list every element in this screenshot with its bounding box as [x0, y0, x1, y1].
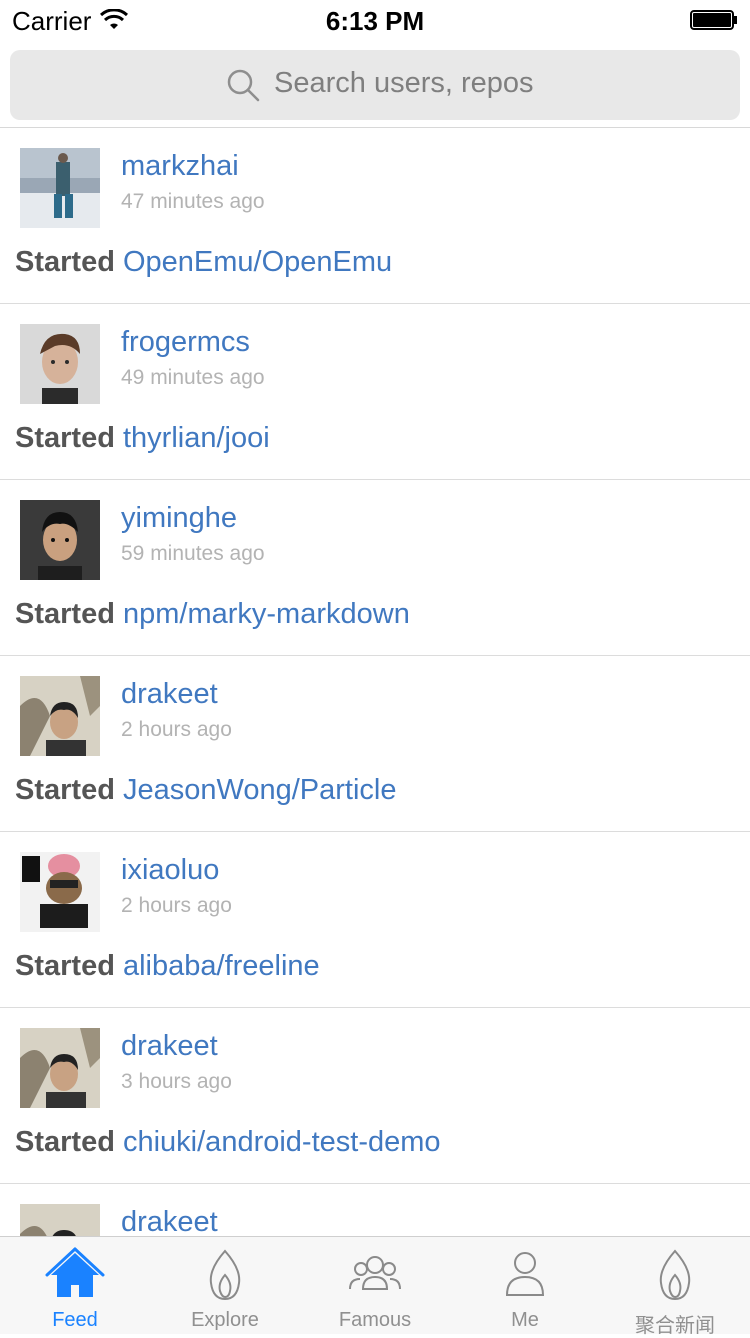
repo-link[interactable]: thyrlian/jooi	[123, 422, 270, 454]
flame-icon	[209, 1249, 241, 1301]
repo-link[interactable]: JeasonWong/Particle	[123, 774, 397, 806]
status-time: 6:13 PM	[325, 6, 425, 36]
activity-line: Started npm/marky-markdown	[15, 598, 410, 631]
feed-item[interactable]: yiminghe 59 minutes ago Started npm/mark…	[0, 480, 750, 656]
tab-feed[interactable]: Feed	[0, 1237, 150, 1335]
avatar[interactable]	[20, 852, 100, 932]
repo-link[interactable]: npm/marky-markdown	[123, 598, 410, 630]
username[interactable]: drakeet	[121, 1206, 218, 1236]
feed-item[interactable]: ixiaoluo 2 hours ago Started alibaba/fre…	[0, 832, 750, 1008]
battery-icon	[690, 10, 737, 30]
feed-list: markzhai 47 minutes ago Started OpenEmu/…	[0, 128, 750, 1236]
search-icon	[227, 69, 260, 102]
tab-bar: Feed Explore Famous Me 聚合新闻	[0, 1236, 750, 1337]
search-bar: Search users, repos	[0, 40, 750, 128]
flame-icon	[659, 1249, 691, 1301]
timestamp: 47 minutes ago	[121, 190, 265, 213]
activity-line: Started JeasonWong/Particle	[15, 774, 397, 807]
activity-line: Started alibaba/freeline	[15, 950, 320, 983]
person-icon	[505, 1252, 545, 1296]
search-placeholder: Search users, repos	[274, 67, 534, 99]
feed-item[interactable]: markzhai 47 minutes ago Started OpenEmu/…	[0, 128, 750, 304]
feed-item[interactable]: frogermcs 49 minutes ago Started thyrlia…	[0, 304, 750, 480]
activity-line: Started OpenEmu/OpenEmu	[15, 246, 392, 279]
action-verb: Started	[15, 422, 115, 454]
tab-news[interactable]: 聚合新闻	[600, 1237, 750, 1337]
people-icon	[349, 1256, 401, 1290]
activity-line: Started thyrlian/jooi	[15, 422, 270, 455]
username[interactable]: drakeet	[121, 678, 218, 711]
tab-label: Feed	[52, 1309, 98, 1331]
tab-famous[interactable]: Famous	[300, 1237, 450, 1335]
feed-item[interactable]: drakeet	[0, 1184, 750, 1236]
action-verb: Started	[15, 598, 115, 630]
username[interactable]: ixiaoluo	[121, 854, 219, 887]
feed-item[interactable]: drakeet 2 hours ago Started JeasonWong/P…	[0, 656, 750, 832]
status-bar: Carrier 6:13 PM	[0, 0, 750, 40]
avatar[interactable]	[20, 500, 100, 580]
timestamp: 3 hours ago	[121, 1070, 232, 1093]
feed-item[interactable]: drakeet 3 hours ago Started chiuki/andro…	[0, 1008, 750, 1184]
action-verb: Started	[15, 774, 115, 806]
timestamp: 2 hours ago	[121, 718, 232, 741]
avatar[interactable]	[20, 1204, 100, 1236]
username[interactable]: yiminghe	[121, 502, 237, 535]
activity-line: Started chiuki/android-test-demo	[15, 1126, 441, 1159]
timestamp: 49 minutes ago	[121, 366, 265, 389]
avatar[interactable]	[20, 324, 100, 404]
avatar[interactable]	[20, 1028, 100, 1108]
username[interactable]: markzhai	[121, 150, 239, 183]
avatar[interactable]	[20, 148, 100, 228]
repo-link[interactable]: alibaba/freeline	[123, 950, 320, 982]
avatar[interactable]	[20, 676, 100, 756]
tab-me[interactable]: Me	[450, 1237, 600, 1335]
tab-label: Me	[511, 1309, 539, 1331]
action-verb: Started	[15, 950, 115, 982]
username[interactable]: frogermcs	[121, 326, 250, 359]
tab-label: Explore	[191, 1309, 259, 1331]
tab-label: Famous	[338, 1309, 412, 1331]
username[interactable]: drakeet	[121, 1030, 218, 1063]
tab-explore[interactable]: Explore	[150, 1237, 300, 1335]
repo-link[interactable]: chiuki/android-test-demo	[123, 1126, 441, 1158]
search-input[interactable]: Search users, repos	[10, 50, 740, 120]
repo-link[interactable]: OpenEmu/OpenEmu	[123, 246, 392, 278]
action-verb: Started	[15, 246, 115, 278]
action-verb: Started	[15, 1126, 115, 1158]
timestamp: 2 hours ago	[121, 894, 232, 917]
home-icon	[45, 1247, 105, 1297]
timestamp: 59 minutes ago	[121, 542, 265, 565]
